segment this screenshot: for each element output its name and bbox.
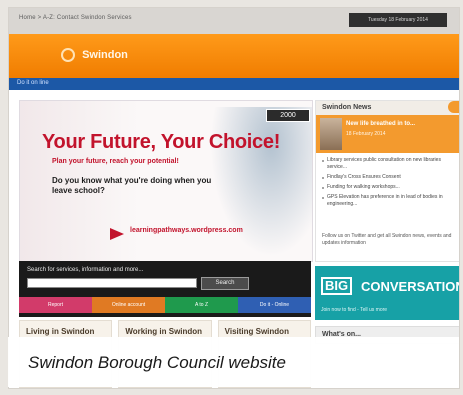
breadcrumb[interactable]: Home > A-Z: Contact Swindon Services [19,15,132,21]
logo-icon [61,48,75,62]
hero-ink-splash [210,107,312,257]
news-feature[interactable]: New life breathed in to... 18 February 2… [316,115,459,153]
feature-date: 18 February 2014 [346,131,386,137]
news-title: Swindon News [322,104,372,111]
big-text: CONVERSATION [361,279,460,294]
hero-title: Your Future, Your Choice! [42,131,281,153]
browser-top-bar: Home > A-Z: Contact Swindon Services Tue… [9,8,459,34]
column-heading: Visiting Swindon [224,327,289,336]
search-label: Search for services, information and mor… [27,267,144,273]
search-button[interactable]: Search [201,277,249,290]
website-screenshot: Home > A-Z: Contact Swindon Services Tue… [8,7,460,389]
news-list: Library services public consultation on … [322,157,456,211]
site-logo[interactable]: Swindon [61,48,128,62]
feature-photo [320,118,342,150]
logo-text: Swindon [82,48,128,61]
follow-text[interactable]: Follow us on Twitter and get all Swindon… [322,233,454,247]
brand-bar: Swindon [9,34,459,78]
hero-url-link[interactable]: learningpathways.wordpress.com [130,227,243,234]
nav-bar: Do it on line [9,78,459,90]
big-conversation-banner[interactable]: BIG CONVERSATION Join now to find - Tell… [315,266,459,320]
big-sub: Join now to find - Tell us more [321,307,388,313]
search-input[interactable] [27,278,197,288]
hero-banner[interactable]: 2000 Your Future, Your Choice! Plan your… [19,100,313,262]
news-item[interactable]: Funding for walking workshops... [322,184,456,191]
news-item[interactable]: GPS Elevation has preference in in lead … [322,194,456,208]
quicklink-a-to-z[interactable]: A to Z [165,297,238,313]
column-heading: Working in Swindon [125,327,203,336]
hero-badge: 2000 [266,109,310,122]
news-sidebar: Swindon News New life breathed in to... … [315,100,459,262]
quicklink-online-account[interactable]: Online account [92,297,165,313]
date-pill: Tuesday 18 February 2014 [349,13,447,27]
big-box: BIG [321,277,353,295]
caption-panel: Swindon Borough Council website [8,337,459,387]
news-header: Swindon News [316,101,459,115]
quicklink-report[interactable]: Report [19,297,92,313]
hero-subtitle: Plan your future, reach your potential! [52,158,179,165]
quicklink-do-it-online[interactable]: Do it - Online [238,297,311,313]
feature-headline[interactable]: New life breathed in to... [346,121,415,127]
caption: Swindon Borough Council website [28,353,286,372]
news-item[interactable]: Findlay's Cross Ensures Consent [322,174,456,181]
column-heading: Living in Swindon [26,327,95,336]
nav-link[interactable]: Do it on line [17,80,49,86]
quicklinks: Report Online account A to Z Do it - Onl… [19,297,311,313]
news-item[interactable]: Library services public consultation on … [322,157,456,171]
hero-question: Do you know what you're doing when you l… [52,176,212,195]
search-panel: Search for services, information and mor… [19,261,311,317]
orange-tab-icon [448,101,459,113]
arrow-right-icon [110,228,124,240]
